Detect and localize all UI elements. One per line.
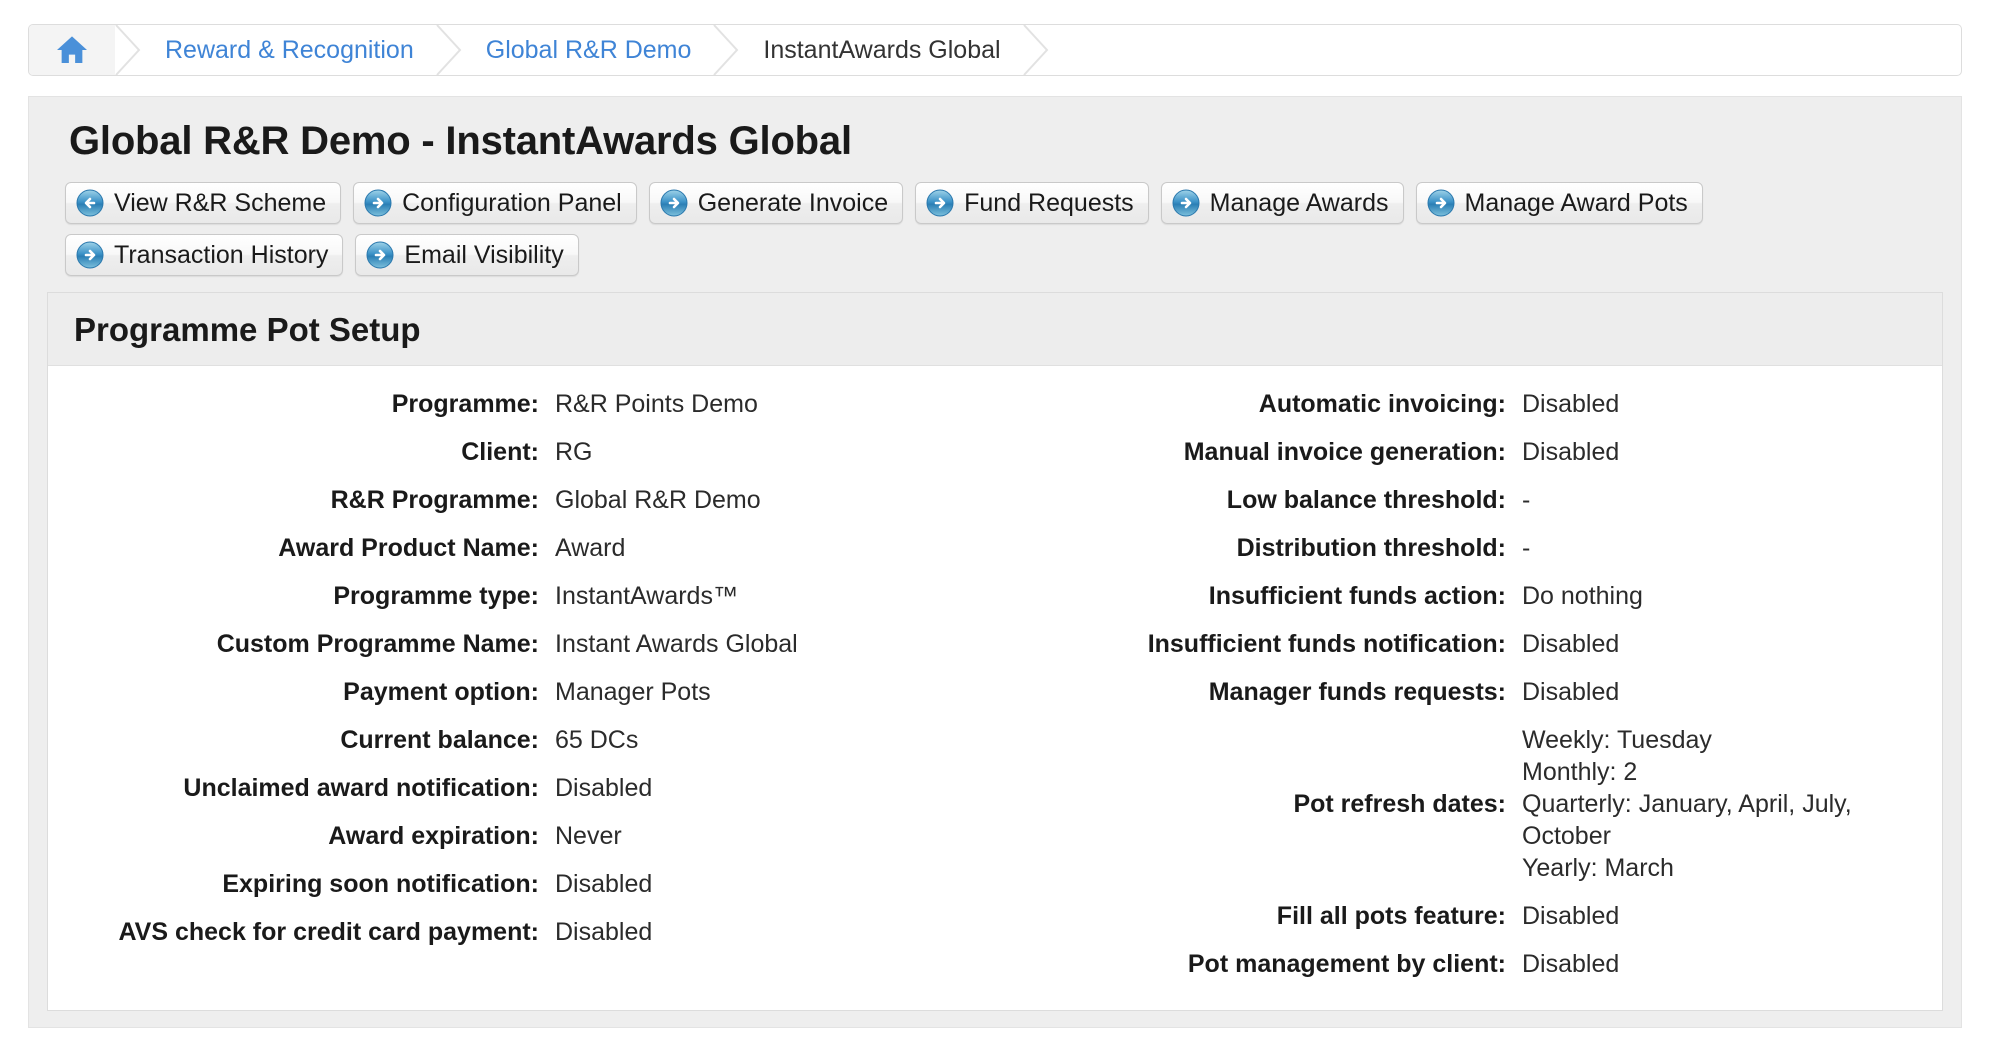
breadcrumb-separator bbox=[713, 25, 739, 75]
card-body: Programme: R&R Points Demo Client: RG R&R Pr… bbox=[48, 366, 1942, 1010]
detail-value: Disabled bbox=[1522, 438, 1620, 466]
detail-label: R&R Programme: bbox=[330, 486, 539, 514]
breadcrumb-separator bbox=[1022, 25, 1049, 75]
detail-label: Award expiration: bbox=[328, 822, 539, 850]
detail-value: Disabled bbox=[1522, 630, 1620, 658]
arrow-right-circle-icon bbox=[364, 189, 392, 217]
toolbar-button-label: View R&R Scheme bbox=[114, 189, 327, 217]
detail-value: R&R Points Demo bbox=[555, 390, 758, 418]
detail-label: Award Product Name: bbox=[278, 534, 539, 562]
toolbar-button-manage-awards[interactable]: Manage Awards bbox=[1160, 182, 1404, 224]
detail-value: Never bbox=[555, 822, 622, 850]
detail-value: Weekly: Tuesday Monthly: 2 Quarterly: Ja… bbox=[1522, 726, 1852, 882]
detail-label: Pot refresh dates: bbox=[1293, 790, 1506, 818]
breadcrumb-separator bbox=[115, 25, 141, 75]
toolbar-button-label: Fund Requests bbox=[964, 189, 1134, 217]
breadcrumb-item-label: Global R&R Demo bbox=[485, 35, 692, 64]
detail-value: Disabled bbox=[1522, 390, 1620, 418]
detail-value: Disabled bbox=[555, 774, 653, 802]
toolbar-button-view-r-r-scheme[interactable]: View R&R Scheme bbox=[65, 182, 342, 224]
detail-value: Disabled bbox=[1522, 950, 1620, 978]
toolbar-button-label: Configuration Panel bbox=[402, 189, 622, 217]
toolbar-button-label: Transaction History bbox=[114, 241, 329, 269]
card-heading: Programme Pot Setup bbox=[74, 311, 421, 348]
main-panel: Global R&R Demo - InstantAwards Global V… bbox=[28, 96, 1962, 1028]
detail-value: Award bbox=[555, 534, 626, 562]
detail-value: InstantAwards™ bbox=[555, 582, 738, 610]
detail-label: Programme type: bbox=[333, 582, 539, 610]
detail-label: AVS check for credit card payment: bbox=[118, 918, 539, 946]
toolbar-button-transaction-history[interactable]: Transaction History bbox=[65, 234, 344, 276]
detail-label: Unclaimed award notification: bbox=[183, 774, 539, 802]
detail-label: Expiring soon notification: bbox=[222, 870, 539, 898]
details-column-right: Automatic invoicing: Disabled Manual invoi… bbox=[995, 380, 1942, 988]
toolbar-button-configuration-panel[interactable]: Configuration Panel bbox=[353, 182, 637, 224]
arrow-right-circle-icon bbox=[76, 241, 104, 269]
arrow-right-circle-icon bbox=[926, 189, 954, 217]
breadcrumb-separator bbox=[436, 25, 462, 75]
breadcrumb-item-global-rr-demo[interactable]: Global R&R Demo bbox=[462, 25, 714, 75]
detail-label: Custom Programme Name: bbox=[216, 630, 539, 658]
details-column-left: Programme: R&R Points Demo Client: RG R&R Pr… bbox=[48, 380, 995, 956]
breadcrumb: Reward & Recognition Global R&R Demo Ins… bbox=[28, 24, 1962, 76]
page-title: Global R&R Demo - InstantAwards Global bbox=[69, 119, 852, 163]
detail-label: Insufficient funds action: bbox=[1208, 582, 1506, 610]
detail-value: - bbox=[1522, 534, 1531, 562]
toolbar-button-label: Generate Invoice bbox=[697, 189, 889, 217]
arrow-right-circle-icon bbox=[366, 241, 394, 269]
detail-value: - bbox=[1522, 486, 1531, 514]
detail-label: Low balance threshold: bbox=[1226, 486, 1506, 514]
breadcrumb-item-instantawards-global: InstantAwards Global bbox=[739, 25, 1022, 75]
toolbar-button-label: Manage Award Pots bbox=[1464, 189, 1688, 217]
toolbar-button-email-visibility[interactable]: Email Visibility bbox=[355, 234, 579, 276]
toolbar-button-label: Email Visibility bbox=[404, 241, 564, 269]
detail-label: Automatic invoicing: bbox=[1258, 390, 1506, 418]
arrow-right-circle-icon bbox=[660, 189, 688, 217]
detail-value: Global R&R Demo bbox=[555, 486, 761, 514]
arrow-left-circle-icon bbox=[76, 189, 104, 217]
toolbar-button-manage-award-pots[interactable]: Manage Award Pots bbox=[1415, 182, 1703, 224]
detail-label: Manual invoice generation: bbox=[1183, 438, 1506, 466]
detail-value: Disabled bbox=[1522, 902, 1620, 930]
detail-label: Fill all pots feature: bbox=[1276, 902, 1506, 930]
detail-label: Programme: bbox=[391, 390, 539, 418]
detail-value: RG bbox=[555, 438, 593, 466]
home-icon bbox=[55, 35, 89, 65]
detail-label: Manager funds requests: bbox=[1208, 678, 1506, 706]
detail-label: Distribution threshold: bbox=[1236, 534, 1506, 562]
programme-pot-setup-card: Programme Pot Setup Programme: R&R Points… bbox=[47, 292, 1943, 1011]
breadcrumb-home[interactable] bbox=[29, 25, 115, 75]
toolbar-button-label: Manage Awards bbox=[1209, 189, 1389, 217]
detail-label: Pot management by client: bbox=[1187, 950, 1506, 978]
arrow-right-circle-icon bbox=[1172, 189, 1200, 217]
detail-label: Insufficient funds notification: bbox=[1147, 630, 1506, 658]
detail-value: 65 DCs bbox=[555, 726, 639, 754]
detail-label: Current balance: bbox=[340, 726, 539, 754]
action-toolbar: View R&R Scheme Configuration Panel Genera… bbox=[65, 182, 1825, 276]
breadcrumb-item-label: Reward & Recognition bbox=[165, 35, 414, 64]
arrow-right-circle-icon bbox=[1427, 189, 1454, 217]
detail-value: Disabled bbox=[555, 918, 653, 946]
detail-value: Instant Awards Global bbox=[555, 630, 798, 658]
breadcrumb-item-label: InstantAwards Global bbox=[763, 35, 1001, 64]
toolbar-button-fund-requests[interactable]: Fund Requests bbox=[915, 182, 1149, 224]
detail-label: Payment option: bbox=[343, 678, 539, 706]
detail-value: Do nothing bbox=[1522, 582, 1643, 610]
detail-value: Disabled bbox=[1522, 678, 1620, 706]
detail-value: Manager Pots bbox=[555, 678, 711, 706]
detail-label: Client: bbox=[461, 438, 539, 466]
toolbar-button-generate-invoice[interactable]: Generate Invoice bbox=[648, 182, 904, 224]
detail-value: Disabled bbox=[555, 870, 653, 898]
breadcrumb-item-reward-recognition[interactable]: Reward & Recognition bbox=[141, 25, 436, 75]
card-header: Programme Pot Setup bbox=[48, 293, 1942, 366]
